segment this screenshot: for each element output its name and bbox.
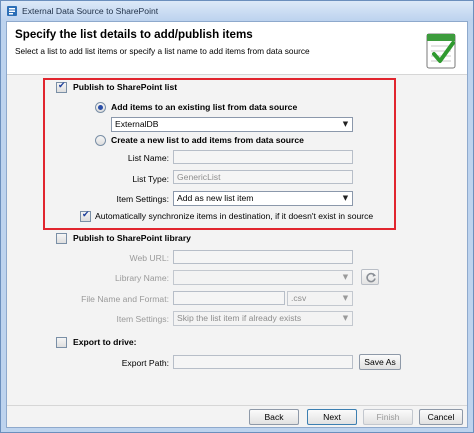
library-name-label: Library Name: <box>115 273 169 283</box>
web-url-input[interactable] <box>173 250 353 264</box>
export-path-label: Export Path: <box>121 358 169 368</box>
wizard-header: Specify the list details to add/publish … <box>7 22 467 75</box>
wizard-body: Specify the list details to add/publish … <box>6 21 468 428</box>
file-name-input[interactable] <box>173 291 285 305</box>
list-name-label: List Name: <box>127 153 169 163</box>
existing-list-dropdown[interactable]: ExternalDB ▼ <box>111 117 353 132</box>
existing-list-radio[interactable] <box>95 102 106 113</box>
library-item-settings-dropdown[interactable]: Skip the list item if already exists ▼ <box>173 311 353 326</box>
existing-list-value: ExternalDB <box>115 119 159 129</box>
new-list-label: Create a new list to add items from data… <box>111 135 304 145</box>
publish-list-checkbox[interactable] <box>56 81 67 93</box>
export-drive-label: Export to drive: <box>73 337 137 347</box>
library-item-settings-label: Item Settings: <box>116 314 169 324</box>
item-settings-value: Add as new list item <box>177 193 254 203</box>
file-name-format-label: File Name and Format: <box>81 294 169 304</box>
dropdown-arrow-icon: ▼ <box>342 314 349 322</box>
library-name-dropdown[interactable]: ▼ <box>173 270 353 285</box>
new-list-radio[interactable] <box>95 135 106 146</box>
auto-sync-label: Automatically synchronize items in desti… <box>95 211 374 221</box>
page-title: Specify the list details to add/publish … <box>15 28 253 41</box>
back-button[interactable]: Back <box>249 409 299 425</box>
footer-divider <box>7 405 467 406</box>
checklist-icon <box>426 33 456 69</box>
dropdown-arrow-icon: ▼ <box>342 120 349 128</box>
window-title: External Data Source to SharePoint <box>22 6 159 16</box>
export-path-input[interactable] <box>173 355 353 369</box>
existing-list-label: Add items to an existing list from data … <box>111 102 298 112</box>
dropdown-arrow-icon: ▼ <box>342 273 349 281</box>
dropdown-arrow-icon: ▼ <box>342 294 349 302</box>
file-format-dropdown[interactable]: .csv ▼ <box>287 291 353 306</box>
publish-library-checkbox[interactable] <box>56 233 67 244</box>
next-button[interactable]: Next <box>307 409 357 425</box>
list-type-input[interactable]: GenericList <box>173 170 353 184</box>
web-url-label: Web URL: <box>129 253 169 263</box>
publish-library-label: Publish to SharePoint library <box>73 233 191 243</box>
library-item-settings-value: Skip the list item if already exists <box>177 313 302 323</box>
list-type-value: GenericList <box>177 172 221 182</box>
file-format-value: .csv <box>291 293 307 303</box>
page-subtitle: Select a list to add list items or speci… <box>15 46 310 56</box>
cancel-button[interactable]: Cancel <box>419 409 463 425</box>
item-settings-label: Item Settings: <box>116 194 169 204</box>
list-name-input[interactable] <box>173 150 353 164</box>
refresh-button[interactable] <box>361 269 379 285</box>
save-as-button[interactable]: Save As <box>359 354 401 370</box>
dropdown-arrow-icon: ▼ <box>342 194 349 202</box>
wizard-window: External Data Source to SharePoint Speci… <box>0 0 474 433</box>
app-icon <box>7 6 17 16</box>
finish-button[interactable]: Finish <box>363 409 413 425</box>
export-drive-checkbox[interactable] <box>56 337 67 348</box>
refresh-icon <box>366 272 376 283</box>
title-bar[interactable]: External Data Source to SharePoint <box>1 1 473 21</box>
item-settings-dropdown[interactable]: Add as new list item ▼ <box>173 191 353 206</box>
list-type-label: List Type: <box>132 174 169 184</box>
publish-list-label: Publish to SharePoint list <box>73 82 178 92</box>
auto-sync-checkbox[interactable] <box>80 210 91 222</box>
